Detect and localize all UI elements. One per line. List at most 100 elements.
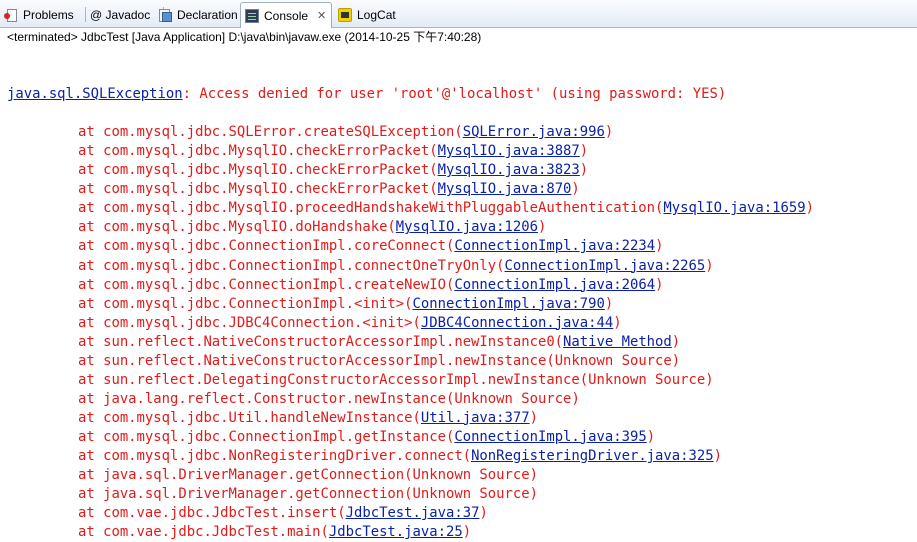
tab-label: Declaration	[177, 7, 238, 22]
tab-logcat[interactable]: LogCat	[334, 2, 406, 27]
tab-declaration[interactable]: Declaration	[154, 2, 238, 27]
stack-frame-source-link[interactable]: Util.java:377	[421, 410, 530, 426]
stack-frame-source-link[interactable]: ConnectionImpl.java:395	[454, 429, 646, 445]
stack-frame-method: at com.mysql.jdbc.ConnectionImpl.connect…	[78, 257, 505, 274]
problems-icon	[4, 8, 18, 22]
stack-frame-source: Unknown Source	[412, 467, 530, 484]
exception-class-link[interactable]: java.sql.SQLException	[7, 86, 183, 102]
stack-frame-method: at java.sql.DriverManager.getConnection(	[78, 486, 413, 503]
stack-frame-method: at com.mysql.jdbc.MysqlIO.checkErrorPack…	[78, 143, 438, 160]
stack-frame-line: at sun.reflect.DelegatingConstructorAcce…	[0, 371, 917, 390]
stack-frame-method: at com.mysql.jdbc.MysqlIO.checkErrorPack…	[78, 162, 438, 179]
stack-frame-line: at java.sql.DriverManager.getConnection(…	[0, 466, 917, 485]
stack-frame-close-paren: )	[529, 486, 538, 503]
stack-frame-close-paren: )	[655, 276, 664, 293]
stack-frame-close-paren: )	[613, 314, 622, 331]
stack-frame-close-paren: )	[705, 371, 714, 388]
stack-frame-line: at sun.reflect.NativeConstructorAccessor…	[0, 352, 917, 371]
stack-frame-close-paren: )	[646, 428, 656, 445]
stack-frame-method: at sun.reflect.DelegatingConstructorAcce…	[78, 371, 589, 388]
stack-frame-close-paren: )	[671, 333, 681, 350]
stack-frame-source-link[interactable]: MysqlIO.java:3823	[438, 162, 580, 178]
stack-frame-close-paren: )	[713, 447, 722, 464]
tab-problems[interactable]: Problems	[0, 2, 86, 27]
stack-frame-line: at com.mysql.jdbc.MysqlIO.checkErrorPack…	[0, 161, 917, 180]
stack-frame-method: at java.sql.DriverManager.getConnection(	[78, 467, 413, 484]
stack-frame-source-link[interactable]: MysqlIO.java:1206	[396, 219, 538, 235]
stack-frame-source: Unknown Source	[454, 390, 572, 407]
stack-frame-close-paren: )	[529, 409, 538, 426]
stack-frame-line: at com.mysql.jdbc.MysqlIO.doHandshake(My…	[0, 218, 917, 237]
stack-frame-line: at com.mysql.jdbc.NonRegisteringDriver.c…	[0, 447, 917, 466]
stack-frame-method: at com.mysql.jdbc.ConnectionImpl.getInst…	[78, 428, 455, 445]
stack-frame-close-paren: )	[571, 390, 580, 407]
stack-frame-line: at com.mysql.jdbc.ConnectionImpl.<init>(…	[0, 295, 917, 314]
stack-frame-close-paren: )	[805, 200, 814, 217]
stack-frame-source-link[interactable]: JdbcTest.java:37	[346, 505, 480, 521]
stack-frame-method: at com.mysql.jdbc.ConnectionImpl.<init>(	[78, 295, 413, 312]
tab-console[interactable]: Console ✕	[240, 2, 332, 28]
stack-frame-source-link[interactable]: ConnectionImpl.java:790	[413, 296, 605, 312]
stack-frame-line: at com.mysql.jdbc.MysqlIO.checkErrorPack…	[0, 142, 917, 161]
stack-frame-method: at com.mysql.jdbc.SQLError.createSQLExce…	[78, 124, 463, 141]
stack-frame-method: at com.mysql.jdbc.JDBC4Connection.<init>…	[78, 314, 421, 331]
stack-frame-source-link[interactable]: JDBC4Connection.java:44	[421, 315, 613, 331]
stack-frame-close-paren: )	[579, 162, 589, 179]
stack-frame-source: Unknown Source	[588, 371, 706, 388]
stack-frame-source-link[interactable]: MysqlIO.java:3887	[438, 143, 580, 159]
stack-frame-close-paren: )	[579, 143, 589, 160]
view-tab-bar: Problems @ Javadoc Declaration Console ✕…	[0, 0, 917, 28]
stack-frame-close-paren: )	[537, 219, 547, 236]
stack-frame-close-paren: )	[604, 124, 614, 141]
exception-message: : Access denied for user 'root'@'localho…	[182, 86, 727, 103]
stack-frame-line: at com.mysql.jdbc.MysqlIO.proceedHandsha…	[0, 199, 917, 218]
console-icon	[245, 8, 259, 23]
stack-frame-line: at java.sql.DriverManager.getConnection(…	[0, 485, 917, 504]
stack-frame-method: at com.mysql.jdbc.NonRegisteringDriver.c…	[78, 447, 472, 464]
stack-frame-source-link[interactable]: ConnectionImpl.java:2234	[454, 238, 655, 254]
stack-frame-method: at com.mysql.jdbc.Util.handleNewInstance…	[78, 409, 421, 426]
stack-frame-method: at com.mysql.jdbc.ConnectionImpl.coreCon…	[78, 238, 455, 255]
stack-frame-close-paren: )	[529, 467, 538, 484]
stack-frame-line: at com.mysql.jdbc.Util.handleNewInstance…	[0, 409, 917, 428]
stack-frame-source: Unknown Source	[412, 486, 530, 503]
logcat-icon	[338, 7, 352, 22]
stack-frame-line: at com.vae.jdbc.JdbcTest.insert(JdbcTest…	[0, 504, 917, 523]
stack-frame-close-paren: )	[604, 295, 614, 312]
stack-frame-source-link[interactable]: MysqlIO.java:870	[438, 181, 572, 197]
tab-label: @ Javadoc	[90, 7, 151, 22]
tab-label: LogCat	[357, 7, 396, 22]
stack-frame-line: at com.mysql.jdbc.ConnectionImpl.getInst…	[0, 428, 917, 447]
stack-frame-line: at com.mysql.jdbc.SQLError.createSQLExce…	[0, 123, 917, 142]
stack-frame-line: at com.vae.jdbc.JdbcTest.main(JdbcTest.j…	[0, 523, 917, 542]
stack-frame-source-link[interactable]: NonRegisteringDriver.java:325	[471, 448, 714, 464]
tab-label: Console	[264, 8, 309, 23]
stack-frame-method: at sun.reflect.NativeConstructorAccessor…	[78, 352, 555, 369]
stack-frame-line: at sun.reflect.NativeConstructorAccessor…	[0, 333, 917, 352]
close-icon[interactable]: ✕	[317, 9, 326, 22]
stack-frame-source-link[interactable]: SQLError.java:996	[463, 124, 605, 140]
stack-frame-source-link[interactable]: ConnectionImpl.java:2064	[454, 277, 655, 293]
console-output[interactable]: java.sql.SQLException: Access denied for…	[0, 47, 917, 542]
stack-frame-method: at com.mysql.jdbc.MysqlIO.checkErrorPack…	[78, 181, 438, 198]
stack-frame-source-link[interactable]: Native Method	[563, 334, 672, 350]
stack-frame-close-paren: )	[571, 181, 580, 198]
stack-frame-source-link[interactable]: MysqlIO.java:1659	[663, 200, 805, 216]
stack-frame-method: at com.mysql.jdbc.MysqlIO.proceedHandsha…	[78, 200, 664, 217]
stack-frame-close-paren: )	[655, 238, 664, 255]
stack-frame-method: at com.vae.jdbc.JdbcTest.insert(	[78, 505, 346, 522]
process-status-label: <terminated> JdbcTest [Java Application]…	[7, 30, 482, 44]
stack-frame-close-paren: )	[705, 257, 714, 274]
stack-frame-source: Unknown Source	[554, 352, 672, 369]
stack-frame-source-link[interactable]: ConnectionImpl.java:2265	[505, 258, 706, 274]
stack-frame-line: at java.lang.reflect.Constructor.newInst…	[0, 390, 917, 409]
stack-frame-close-paren: )	[671, 352, 681, 369]
stack-frame-close-paren: )	[462, 524, 472, 541]
stack-frame-line: at com.mysql.jdbc.ConnectionImpl.createN…	[0, 276, 917, 295]
stack-frame-method: at com.mysql.jdbc.ConnectionImpl.createN…	[78, 276, 455, 293]
tab-label: Problems	[23, 7, 74, 22]
declaration-icon	[158, 8, 172, 22]
tab-javadoc[interactable]: @ Javadoc	[86, 2, 164, 27]
stack-frame-method: at com.mysql.jdbc.MysqlIO.doHandshake(	[78, 219, 396, 236]
stack-frame-source-link[interactable]: JdbcTest.java:25	[329, 524, 463, 540]
